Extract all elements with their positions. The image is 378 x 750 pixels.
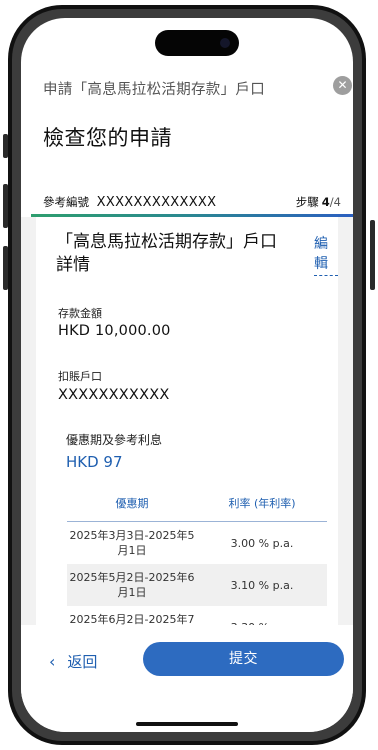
deposit-amount-value: HKD 10,000.00 (58, 323, 171, 339)
column-header-rate: 利率 (年利率) (197, 485, 327, 522)
reference-number: 參考編號 XXXXXXXXXXXXX (43, 194, 216, 210)
dynamic-island (155, 30, 239, 56)
debit-account-label: 扣賬戶口 (58, 370, 102, 383)
page-title: 檢查您的申請 (43, 126, 172, 150)
back-label: 返回 (67, 653, 98, 671)
rate-cell: 3.00 % p.a. (230, 536, 294, 550)
front-camera (220, 38, 230, 48)
table-row: 2025年5月2日-2025年6月1日 3.10 % p.a. (67, 564, 327, 606)
back-button[interactable]: ‹ 返回 (49, 651, 97, 672)
app-title: 申請「高息馬拉松活期存款」戶口 (43, 82, 265, 98)
rate-table-header: 優惠期 利率 (年利率) (67, 485, 327, 522)
period-cell: 2025年3月3日-2025年5月1日 (69, 529, 195, 557)
reference-label: 參考編號 (43, 195, 89, 209)
column-header-period: 優惠期 (67, 485, 197, 522)
close-icon[interactable]: ✕ (333, 76, 352, 95)
step-label: 步驟 (295, 195, 319, 209)
step-total: /4 (329, 195, 341, 209)
period-cell: 2025年5月2日-2025年6月1日 (67, 564, 197, 606)
rate-cell: 3.10 % p.a. (197, 564, 327, 606)
bottom-action-bar: ‹ 返回 提交 (21, 625, 353, 732)
review-scroll-area[interactable]: 「高息馬拉松活期存款」戶口詳情 編輯 存款金額 HKD 10,000.00 扣賬… (21, 217, 353, 625)
submit-button[interactable]: 提交 (143, 642, 344, 676)
table-row: 2025年6月2日-2025年7月3日 3.30 % p.a. (67, 606, 327, 625)
rate-cell: 3.30 % p.a. (197, 606, 327, 626)
phone-screen: 申請「高息馬拉松活期存款」戶口 ✕ 檢查您的申請 參考編號 XXXXXXXXXX… (21, 18, 353, 732)
step-indicator: 步驟 4/4 (296, 194, 341, 210)
home-indicator (136, 722, 238, 726)
step-current: 4 (321, 195, 330, 209)
phone-frame: 申請「高息馬拉松活期存款」戶口 ✕ 檢查您的申請 參考編號 XXXXXXXXXX… (8, 5, 366, 745)
power-button (370, 220, 375, 290)
table-row: 2025年3月3日-2025年5月1日 3.00 % p.a. (67, 522, 327, 565)
rate-table: 優惠期 利率 (年利率) 2025年3月3日-2025年5月1日 3.00 % … (67, 485, 327, 625)
reference-value: XXXXXXXXXXXXX (96, 195, 217, 210)
period-cell: 2025年6月2日-2025年7月3日 (69, 613, 195, 625)
promo-period-title: 優惠期及參考利息 (66, 433, 163, 447)
promo-interest-amount: HKD 97 (66, 453, 123, 471)
edit-link[interactable]: 編輯 (314, 233, 338, 276)
card-title: 「高息馬拉松活期存款」戶口詳情 (56, 232, 277, 275)
deposit-amount-label: 存款金額 (58, 307, 102, 320)
chevron-left-icon: ‹ (49, 652, 56, 671)
debit-account-value: XXXXXXXXXXX (58, 387, 170, 403)
